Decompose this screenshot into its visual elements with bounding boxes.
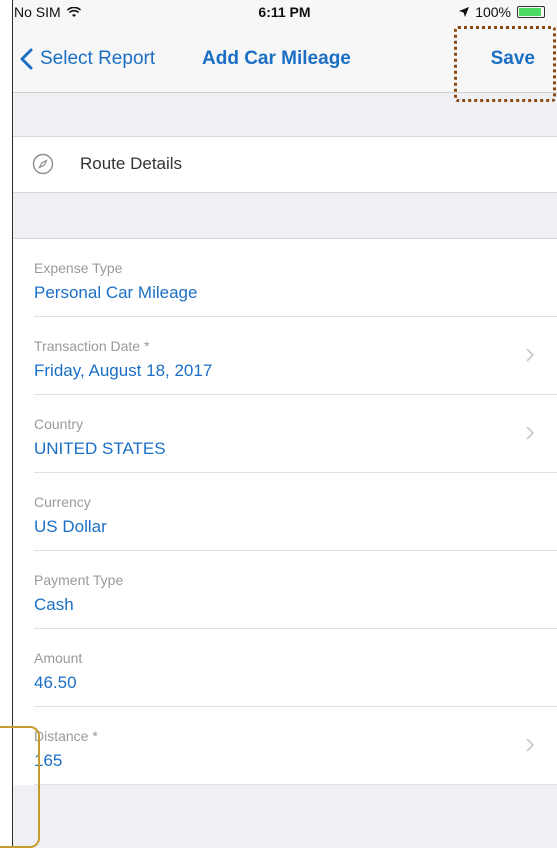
chevron-left-icon xyxy=(20,48,33,70)
left-highlight-annotation xyxy=(0,726,40,848)
field-row-currency[interactable]: Currency US Dollar xyxy=(12,473,557,551)
field-label: Transaction Date * xyxy=(34,338,150,354)
compass-icon xyxy=(32,153,54,175)
field-row-distance[interactable]: Distance * 165 xyxy=(12,707,557,785)
field-label: Distance * xyxy=(34,728,98,744)
field-row-amount[interactable]: Amount 46.50 xyxy=(12,629,557,707)
back-button[interactable]: Select Report xyxy=(18,48,155,70)
back-button-label: Select Report xyxy=(40,48,156,69)
chevron-right-icon xyxy=(526,738,535,752)
chevron-right-icon xyxy=(526,426,535,440)
save-highlight-annotation xyxy=(454,26,556,102)
app-screen: No SIM 6:11 PM 100% Select Report Add Ca… xyxy=(12,0,557,848)
field-value: Personal Car Mileage xyxy=(34,283,198,302)
field-label: Expense Type xyxy=(34,260,123,276)
field-row-country[interactable]: Country UNITED STATES xyxy=(12,395,557,473)
field-row-transaction-date[interactable]: Transaction Date * Friday, August 18, 20… xyxy=(12,317,557,395)
route-details-row[interactable]: Route Details xyxy=(12,136,557,193)
battery-icon xyxy=(517,6,545,18)
field-value: US Dollar xyxy=(34,517,107,536)
bottom-empty-area xyxy=(12,790,557,848)
field-value: UNITED STATES xyxy=(34,439,166,458)
status-bar: No SIM 6:11 PM 100% xyxy=(12,0,557,28)
field-value: Cash xyxy=(34,595,74,614)
chevron-right-icon xyxy=(526,348,535,362)
frame-border xyxy=(12,0,13,848)
field-label: Country xyxy=(34,416,84,432)
field-label: Currency xyxy=(34,494,91,510)
field-row-payment-type[interactable]: Payment Type Cash xyxy=(12,551,557,629)
field-row-expense-type[interactable]: Expense Type Personal Car Mileage xyxy=(12,239,557,317)
field-value: 46.50 xyxy=(34,673,77,692)
location-arrow-icon xyxy=(459,7,470,17)
expense-fields-list: Expense Type Personal Car Mileage Transa… xyxy=(12,238,557,785)
route-details-label: Route Details xyxy=(80,154,183,173)
status-right: 100% xyxy=(459,4,545,20)
field-label: Payment Type xyxy=(34,572,124,588)
battery-percent: 100% xyxy=(475,4,511,20)
field-label: Amount xyxy=(34,650,83,666)
page-title: Add Car Mileage xyxy=(202,48,351,69)
field-value: Friday, August 18, 2017 xyxy=(34,361,213,380)
